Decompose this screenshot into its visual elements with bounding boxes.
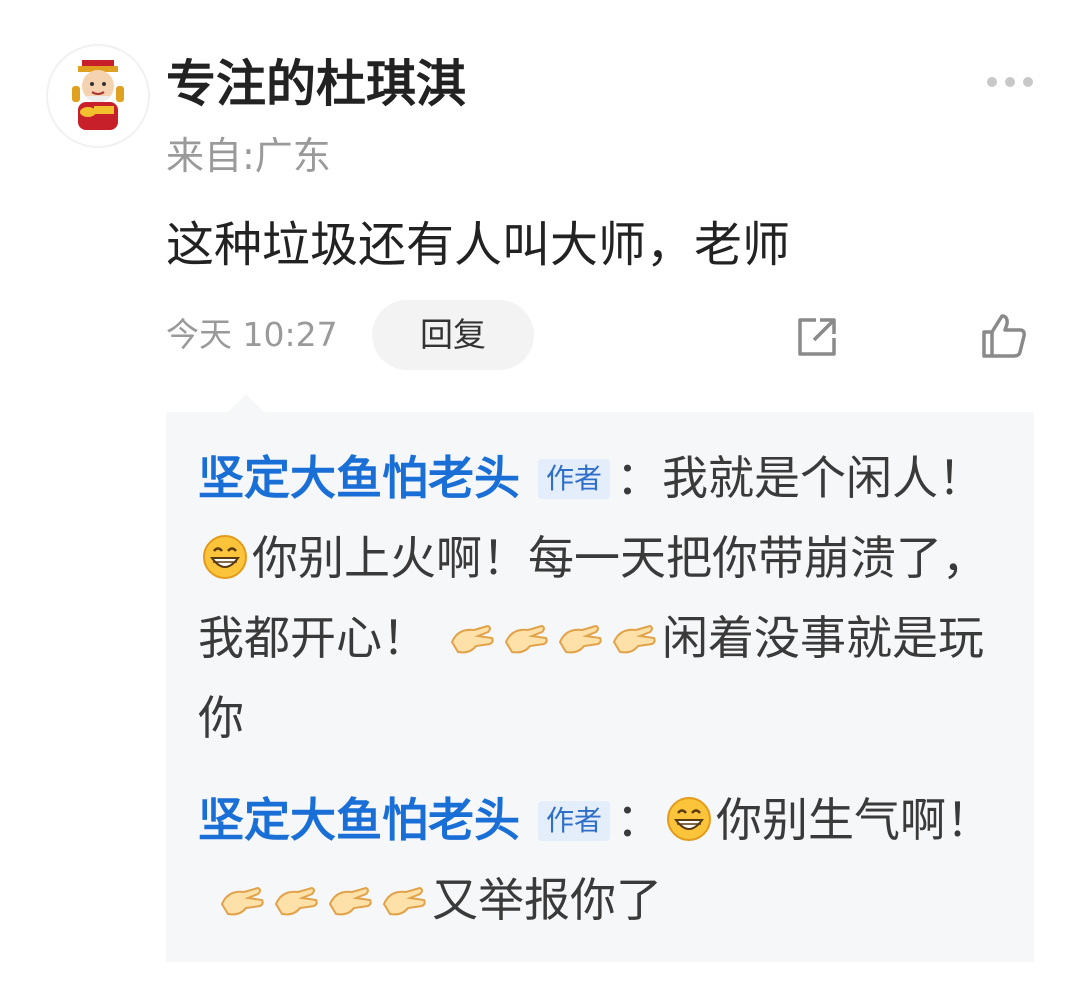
reply-text: ：我就是个闲人！ [616,451,985,505]
reply-author[interactable]: 坚定大鱼怕老头 [198,451,520,505]
clap-emoji-group [216,860,432,940]
clapping-hands-icon [274,886,318,916]
share-icon[interactable] [794,314,840,360]
clapping-hands-icon [558,624,602,654]
avatar[interactable] [46,44,150,148]
reply-panel-caret [228,394,264,412]
comment-text: 这种垃圾还有人叫大师，老师 [166,217,791,273]
god-of-wealth-avatar-icon [72,60,124,130]
reply-text: 又举报你了 [432,873,662,927]
author-badge: 作者 [538,801,611,841]
clapping-hands-icon [382,886,426,916]
clap-emoji-group [446,598,662,678]
clapping-hands-icon [450,624,494,654]
reply-item[interactable]: 坚定大鱼怕老头 作者： 你别生气啊！ 又举报你了 [198,780,1008,940]
timestamp: 今天 10:27 [166,315,338,354]
author-badge: 作者 [538,459,611,499]
reply-author[interactable]: 坚定大鱼怕老头 [198,793,520,847]
location-label: 来自:广东 [166,134,331,178]
clapping-hands-icon [220,886,264,916]
grinning-emoji-icon [203,535,247,579]
clapping-hands-icon [612,624,656,654]
username[interactable]: 专注的杜琪淇 [166,52,466,116]
reply-button[interactable]: 回复 [372,300,534,370]
reply-item[interactable]: 坚定大鱼怕老头 作者 ：我就是个闲人！ 你别上火啊！每一天把你带崩溃了，我都开心！闲… [198,438,1008,758]
thumbs-up-icon[interactable] [980,312,1028,360]
reply-text: 你别生气啊！ [716,793,993,847]
clapping-hands-icon [328,886,372,916]
clapping-hands-icon [504,624,548,654]
reply-text: ： [616,793,663,847]
grinning-emoji-icon [667,797,712,841]
more-dots-icon[interactable] [986,70,1034,94]
